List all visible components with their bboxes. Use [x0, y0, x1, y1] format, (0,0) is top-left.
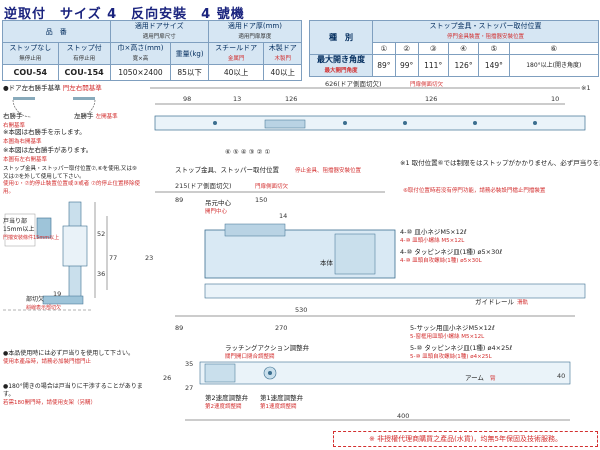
spec-col-stop-none: ストップなし 無停止用	[2, 42, 59, 65]
dim-530: 530	[295, 306, 307, 314]
angle-type-label: 種 別	[309, 20, 373, 55]
dim-13: 13	[233, 95, 241, 103]
dim-35: 35	[185, 360, 193, 368]
angle-pos-5: ⑤	[478, 42, 510, 55]
spec-col-steel: スチールドア 金属門	[207, 42, 265, 65]
angle-val-6: 180°以上(開き角度)	[508, 54, 600, 77]
spec-col-stop-with: ストップ付 有停止用	[57, 42, 111, 65]
angle-pos-4: ④	[447, 42, 480, 55]
angle-val-2: 99°	[394, 54, 419, 77]
hand-title: ●ドア左右勝手基準 門左右開基準	[3, 84, 102, 92]
screw-4a: 4-⑩ 皿小ネジM5×12ℓ	[400, 227, 467, 236]
dim-23: 23	[145, 254, 153, 262]
mark-1: ※1	[581, 84, 591, 92]
latch-adj: ラッチングアクション調整弁	[225, 343, 310, 352]
speed-1: 第1速度調整弁	[260, 393, 304, 402]
hinge-center-cn: 開門中心	[205, 207, 228, 215]
dim-26: 26	[163, 374, 171, 382]
angle-val-3: 111°	[417, 54, 449, 77]
dim-27: 27	[185, 384, 193, 392]
warranty-footer: ※ 非授權代理商購買之產品(水貨)，均無5年保固及技術服務。	[333, 431, 598, 447]
open180-note: ●180°開きの場合は戸当りに干渉することがあります。 若需180開門時，請使用支…	[3, 383, 143, 406]
screw-4a-cn: 4-⑩ 皿頭小螺絲 M5×12L	[400, 236, 465, 244]
dim-89b: 89	[175, 324, 183, 332]
screw-5a: 5-サッシ用皿小ネジM5×12ℓ	[410, 323, 495, 332]
angle-val-5: 149°	[478, 54, 510, 77]
speed-2-cn: 第2速度調整閥	[205, 402, 242, 410]
note-right: ※1 取付位置⑥では制限をはストップがかかりません、必ず戸当りを設置して下さい。	[400, 158, 600, 167]
spec-weight-value: 85以下	[170, 64, 209, 81]
dim-400: 400	[397, 412, 409, 420]
dim-52: 52	[97, 230, 105, 238]
arm-label: アーム	[465, 374, 484, 382]
screw-5b: 5-⑩ タッピンネジ皿(1種) ø4×25ℓ	[410, 343, 512, 352]
stopper-label: 部切欠 斜線表示部切欠	[26, 296, 62, 311]
spec-steel-value: 40以上	[207, 64, 265, 81]
top-rail	[154, 115, 586, 131]
figure-note-1: ※本図は右勝手を示します。 本圖為右開基準	[3, 128, 86, 145]
screw-5b-cn: 5-⑩ 皿頭自攻螺絲(1種) ø4×25L	[410, 352, 493, 360]
top-stop-label: ストップ金具、ストッパー取付位置	[175, 165, 280, 174]
dim-36: 36	[97, 270, 105, 278]
dim-98: 98	[183, 95, 191, 103]
angle-table: 種 別 ストップ金具・ストッパー取付位置 停門金具裝置・阻擋器安裝位置 ① ② ③…	[309, 20, 600, 77]
latch-adj-cn: 關門開口閉合調整閥	[225, 352, 275, 360]
header-bar: 逆取付 サイズ 4 反向安裝 4 號機	[0, 0, 600, 22]
position-markers: ⑥ ⑤ ④ ③ ② ①	[225, 148, 270, 156]
dim-126a: 126	[285, 95, 297, 103]
angle-val-1: 89°	[372, 54, 396, 77]
guide-rail-label: ガイドレール	[475, 297, 515, 306]
angle-group: ストップ金具・ストッパー取付位置 停門金具裝置・阻擋器安裝位置	[372, 20, 599, 43]
screw-4b-cn: 4-⑩ 皿頭自攻螺絲(1種) ø5×30L	[400, 256, 483, 264]
dim-626: 626(ドア側面切欠)	[325, 80, 381, 88]
dim-215-cn: 門扉側面切欠	[255, 182, 289, 190]
speed-2: 第2速度調整弁	[205, 393, 249, 402]
figure-note-2: ※本図は左右勝手があります。 本圖有左右開基準	[3, 146, 93, 163]
spec-wood-value: 40以上	[263, 64, 302, 81]
main-body-label: 本体	[320, 258, 334, 267]
dim-89a: 89	[175, 196, 183, 204]
hinge-center: 吊元中心	[205, 198, 232, 207]
spec-col-wood: 木製ドア 木製門	[263, 42, 302, 65]
spec-code-with: COU-154	[57, 64, 111, 81]
angle-row-label: 最大開き角度 最大開門角度	[309, 54, 373, 77]
spec-group-door-thick: 適用ドア厚(mm) 適用門扉厚度	[207, 20, 303, 43]
guide-rail	[204, 283, 586, 299]
dim-10: 10	[551, 95, 559, 103]
note-right-cn: ⑥取付位置時若没有停門功能，請務必裝設門檔止門擋裝置	[403, 186, 546, 194]
angle-val-4: 126°	[447, 54, 480, 77]
spec-table: 品 番 適用ドアサイズ 適用門扉尺寸 適用ドア厚(mm) 適用門扉厚度 ストップなし…	[2, 20, 303, 81]
speed-1-cn: 第1速度調整閥	[260, 402, 297, 410]
spec-wh-value: 1050×2400	[109, 64, 172, 81]
main-drawing: 626(ドア側面切欠) 門扉側面切欠 ※1 98 13 126 126 10 ス…	[145, 80, 600, 421]
door-stop-label: 戸当り部 15mm以上 門擋安裝條件15mm以上	[3, 218, 60, 241]
dim-270: 270	[275, 324, 287, 332]
dim-150: 150	[255, 196, 267, 204]
angle-pos-2: ②	[394, 42, 419, 55]
left-hand-label: 左勝手 左開基準	[74, 112, 118, 120]
spec-col-weight: 重量(kg)	[170, 42, 209, 65]
screw-5a-cn: 5-窗框用皿頭小螺絲 M5×12L	[410, 332, 485, 340]
spec-group-code: 品 番	[2, 20, 111, 43]
dim-14: 14	[279, 212, 287, 220]
angle-pos-1: ①	[372, 42, 396, 55]
top-stop-label-cn: 停止金具、阻擋器安裝位置	[295, 166, 362, 174]
angle-pos-6: ⑥	[508, 42, 600, 55]
spec-code-none: COU-54	[2, 64, 59, 81]
dim-626-cn: 門扉側面切欠	[410, 80, 444, 88]
angle-pos-3: ③	[417, 42, 449, 55]
spec-col-wh: 巾×高さ(mm) 寛×高	[109, 42, 172, 65]
guide-rail-label-cn: 滑軌	[517, 298, 529, 306]
dim-215: 215(ドア側面切欠)	[175, 181, 231, 190]
dim-40: 40	[557, 372, 565, 380]
stop-position-note: ストップ金具・ストッパー取付位置⑦,⑥を使用,又は⑨ 又は⑦を外して使用して下さ…	[3, 166, 140, 195]
dim-126b: 126	[425, 95, 437, 103]
arm-body	[199, 361, 571, 385]
dim-77: 77	[109, 254, 117, 262]
arm-label-cn: 臂	[490, 374, 496, 382]
spec-group-door-size: 適用ドアサイズ 適用門扉尺寸	[109, 20, 209, 43]
screw-4b: 4-⑩ タッピンネジ皿(1種) ø5×30ℓ	[400, 247, 502, 256]
product-note: ●本品使用時には必ず戸当りを使用して下さい。 使用本產品時，請務必加裝門擋門止	[3, 350, 135, 365]
